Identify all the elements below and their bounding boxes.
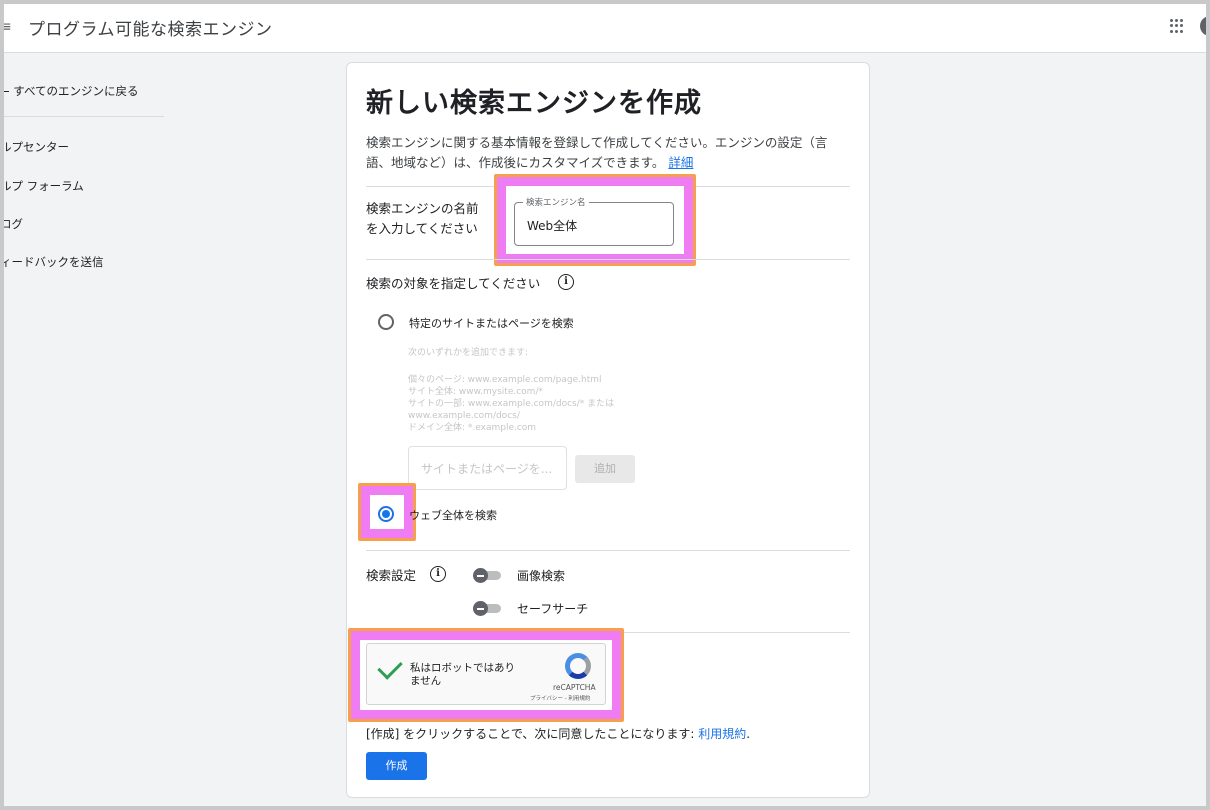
radio-entire-web[interactable]	[378, 506, 394, 522]
back-to-engines-link[interactable]: ← すべてのエンジンに戻る	[4, 83, 139, 99]
captcha-label: 私はロボットではありません	[410, 662, 515, 687]
sidebar-item-help-center[interactable]: ルプセンター	[4, 139, 69, 155]
sidebar-item-blog[interactable]: ログ	[4, 216, 23, 232]
site-hint-line: www.example.com/docs/	[408, 411, 520, 421]
site-hint-line: サイトの一部: www.example.com/docs/* または	[408, 399, 615, 409]
page-title: 新しい検索エンジンを作成	[366, 88, 702, 119]
engine-name-value: Web全体	[527, 219, 578, 233]
app-window: ≡ プログラム可能な検索エンジン ← すべてのエンジンに戻る ルプセンター ルプ…	[4, 4, 1206, 806]
create-button[interactable]: 作成	[366, 752, 427, 780]
top-bar: ≡ プログラム可能な検索エンジン	[4, 4, 1206, 53]
sidebar-divider	[4, 116, 164, 117]
radio-specific-sites[interactable]	[378, 314, 394, 330]
engine-name-input[interactable]: 検索エンジン名 Web全体	[514, 196, 674, 246]
site-hint-line: 個々のページ: www.example.com/page.html	[408, 375, 602, 385]
divider	[366, 550, 850, 551]
info-icon[interactable]: i	[430, 566, 446, 582]
site-url-input[interactable]: サイトまたはページを...	[408, 446, 567, 490]
terms-link[interactable]: 利用規約	[698, 727, 746, 741]
engine-name-field-label: 検索エンジン名	[523, 196, 589, 208]
site-hint-line: ドメイン全体: *.example.com	[408, 423, 537, 433]
recaptcha-widget: 私はロボットではありません reCAPTCHA プライバシー - 利用規約	[366, 643, 606, 705]
details-link[interactable]: 詳細	[668, 155, 693, 170]
terms-agreement: [作成] をクリックすることで、次に同意したことになります: 利用規約.	[366, 727, 751, 741]
sidebar: ← すべてのエンジンに戻る ルプセンター ルプ フォーラム ログ ィードバックを…	[4, 53, 174, 806]
site-hint-line: サイト全体: www.mysite.com/*	[408, 387, 543, 397]
site-url-placeholder: サイトまたはページを...	[421, 462, 553, 476]
recaptcha-logo-icon	[565, 653, 591, 679]
safe-search-label: セーフサーチ	[517, 602, 589, 616]
apps-grid-icon[interactable]	[1170, 19, 1184, 33]
image-search-toggle[interactable]	[473, 568, 501, 583]
recaptcha-name: reCAPTCHA	[553, 683, 596, 692]
engine-name-section-label: 検索エンジンの名前 を入力してください	[366, 201, 479, 236]
captcha-checkmark-icon[interactable]	[377, 654, 403, 680]
search-target-label: 検索の対象を指定してください	[366, 276, 541, 291]
app-title: プログラム可能な検索エンジン	[28, 20, 273, 40]
recaptcha-privacy-links[interactable]: プライバシー - 利用規約	[530, 694, 590, 702]
safe-search-toggle[interactable]	[473, 601, 501, 616]
menu-icon[interactable]: ≡	[4, 18, 14, 36]
divider	[366, 259, 850, 260]
image-search-label: 画像検索	[517, 569, 566, 583]
add-site-button[interactable]: 追加	[575, 455, 635, 483]
sidebar-item-help-forum[interactable]: ルプ フォーラム	[4, 178, 84, 194]
info-icon[interactable]: i	[558, 274, 574, 290]
create-engine-card: 新しい検索エンジンを作成 検索エンジンに関する基本情報を登録して作成してください…	[346, 62, 870, 798]
search-settings-label: 検索設定	[366, 568, 417, 583]
sidebar-item-send-feedback[interactable]: ィードバックを送信	[4, 254, 104, 270]
form-description: 検索エンジンに関する基本情報を登録して作成してください。エンジンの設定（言 語、…	[366, 135, 828, 170]
avatar[interactable]	[1200, 16, 1206, 36]
radio-entire-web-label: ウェブ全体を検索	[409, 509, 497, 522]
radio-specific-sites-label: 特定のサイトまたはページを検索	[409, 317, 574, 330]
site-hint-intro: 次のいずれかを追加できます:	[408, 348, 529, 358]
